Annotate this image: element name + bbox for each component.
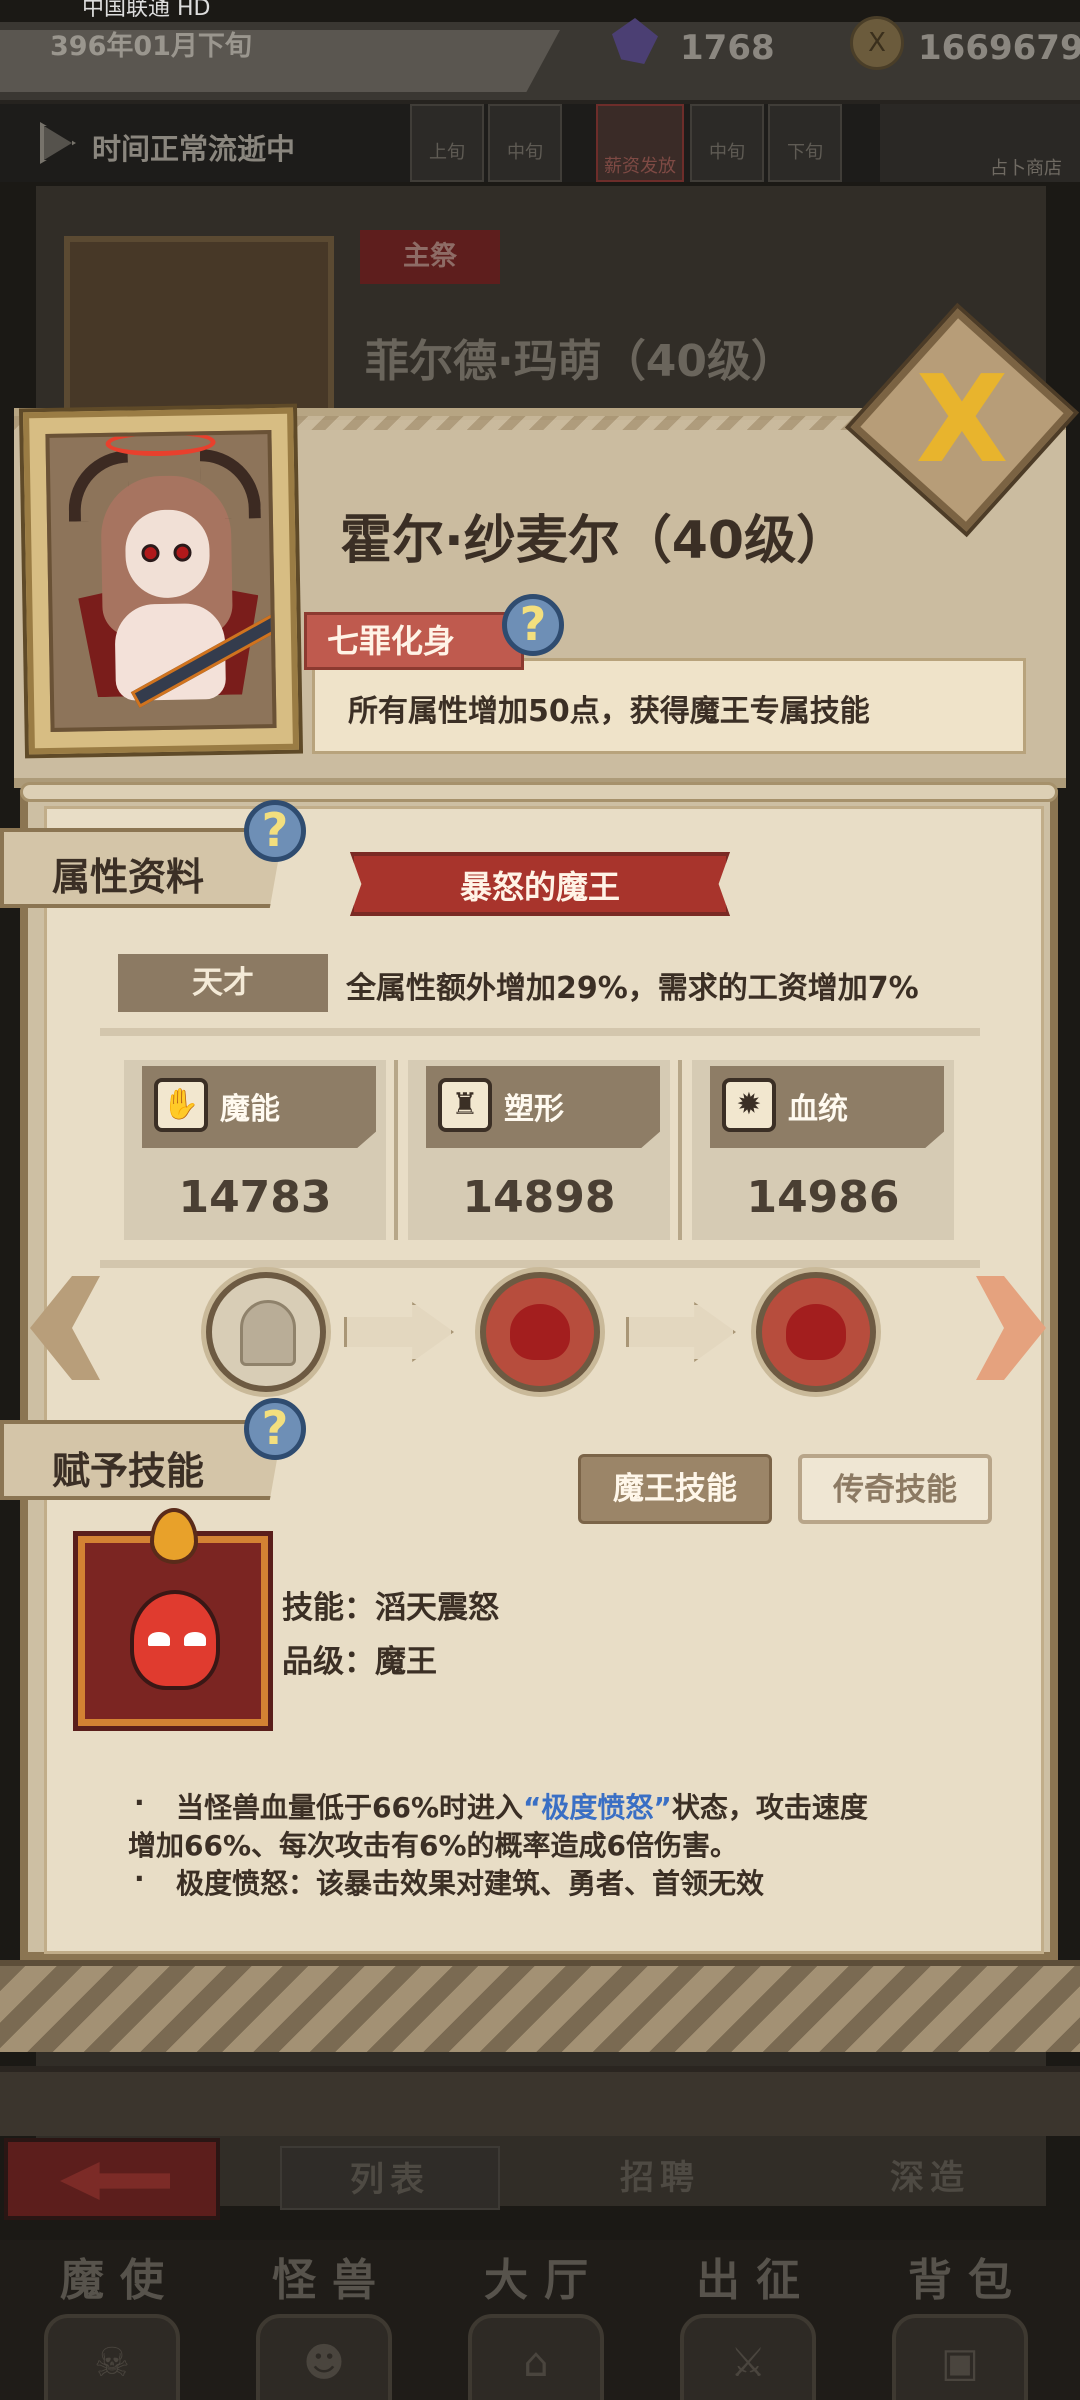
skills-section-label: 赋予技能: [52, 1449, 205, 1493]
stat-label: 塑形: [504, 1092, 564, 1127]
torso-icon: ♜: [438, 1078, 492, 1132]
nav-backpack[interactable]: 背包 ▣: [860, 2244, 1060, 2400]
period-button-1[interactable]: 上旬: [410, 104, 484, 182]
monster-icon: ☻: [256, 2314, 392, 2400]
skill-desc-line-2: 增加66%、每次攻击有6%的概率造成6倍伤害。: [128, 1829, 739, 1862]
background-hero-name: 菲尔德·玛萌（40级）: [365, 336, 795, 387]
tab-legendary-skill[interactable]: 传奇技能: [798, 1454, 992, 1524]
demon-face-icon: [786, 1304, 846, 1360]
bottom-band: [0, 2066, 1080, 2136]
rage-demon-icon: [130, 1590, 220, 1690]
skill-grade: 品级：魔王: [282, 1644, 437, 1680]
bullet: ·: [134, 1786, 145, 1819]
gear-icon: ✹: [722, 1078, 776, 1132]
claw-icon: ✋: [154, 1078, 208, 1132]
demon-face-icon: [510, 1304, 570, 1360]
stat-value: 14783: [178, 1172, 332, 1223]
nav-envoy[interactable]: 魔使 ☠: [12, 2244, 212, 2400]
backpack-icon: ▣: [892, 2314, 1028, 2400]
hero-portrait: [23, 407, 299, 755]
stat-label: 血统: [788, 1092, 848, 1127]
background-hero-portrait: [64, 236, 334, 426]
carrier-label: 中国联通 HD: [82, 0, 211, 21]
stat-value: 14986: [746, 1172, 900, 1223]
stat-shape: ♜ 塑形 14898: [408, 1060, 670, 1240]
divination-shop-button[interactable]: 占卜商店: [880, 104, 1080, 182]
salary-button[interactable]: 薪资发放: [596, 104, 684, 182]
title-description: 所有属性增加50点，获得魔王专属技能: [348, 694, 870, 729]
status-bar: 中国联通 HD: [0, 0, 1080, 20]
hero-name: 霍尔·纱麦尔（40级）: [340, 511, 849, 571]
skill-name: 技能：滔天震怒: [282, 1590, 499, 1626]
play-icon[interactable]: [40, 122, 76, 164]
tab-deepen[interactable]: 深造: [830, 2146, 1030, 2210]
stat-magic: ✋ 魔能 14783: [124, 1060, 386, 1240]
back-arrow-icon: [60, 2162, 170, 2200]
stat-label: 魔能: [220, 1092, 280, 1127]
tab-list[interactable]: 列表: [280, 2146, 500, 2210]
nav-hall[interactable]: 大厅 ⌂: [436, 2244, 636, 2400]
hooded-figure-icon: [240, 1300, 296, 1366]
expedition-icon: ⚔: [680, 2314, 816, 2400]
skull-icon: ☠: [44, 2314, 180, 2400]
tab-recruit[interactable]: 招聘: [560, 2146, 760, 2210]
tab-demon-king-skill[interactable]: 魔王技能: [578, 1454, 772, 1524]
rage-state-keyword: “极度愤怒”: [523, 1791, 672, 1824]
evolution-stage-2: [480, 1272, 600, 1392]
close-icon[interactable]: X: [902, 356, 1022, 486]
back-button[interactable]: [4, 2138, 220, 2220]
stat-bloodline: ✹ 血统 14986: [692, 1060, 954, 1240]
scroll-edge: [20, 782, 1058, 802]
period-button-3[interactable]: 中旬: [690, 104, 764, 182]
nav-monster[interactable]: 怪兽 ☻: [224, 2244, 424, 2400]
body-bottom-decoration: [0, 1960, 1080, 2052]
trait-description: 全属性额外增加29%，需求的工资增加7%: [346, 971, 919, 1006]
nav-expedition[interactable]: 出征 ⚔: [648, 2244, 848, 2400]
coin-count: 1669679: [918, 28, 1080, 68]
attributes-help-icon[interactable]: ?: [244, 800, 306, 862]
evolution-stage-3: [756, 1272, 876, 1392]
skill-desc-line-3: 极度愤怒：该暴击效果对建筑、勇者、首领无效: [176, 1867, 765, 1900]
crystal-count: 1768: [680, 28, 775, 68]
coin-icon: X: [850, 16, 904, 70]
period-button-4[interactable]: 下旬: [768, 104, 842, 182]
attributes-section-label: 属性资料: [52, 855, 205, 899]
bullet: ·: [134, 1862, 145, 1895]
title-help-icon[interactable]: ?: [502, 594, 564, 656]
portrait-art: [45, 430, 277, 732]
class-ribbon-label: 暴怒的魔王: [459, 868, 620, 906]
period-button-2[interactable]: 中旬: [488, 104, 562, 182]
hall-icon: ⌂: [468, 2314, 604, 2400]
evolution-stage-1: [206, 1272, 326, 1392]
time-status: 时间正常流逝中: [92, 132, 296, 166]
skill-desc-line-1: 当怪兽血量低于66%时进入“极度愤怒”状态，攻击速度: [176, 1791, 868, 1824]
background-role-tag: 主祭: [360, 230, 500, 284]
title-badge: 七罪化身: [304, 612, 524, 670]
game-date: 396年01月下旬: [50, 31, 252, 62]
stat-value: 14898: [462, 1172, 616, 1223]
skills-help-icon[interactable]: ?: [244, 1398, 306, 1460]
trait-tag: 天才: [118, 954, 328, 1012]
